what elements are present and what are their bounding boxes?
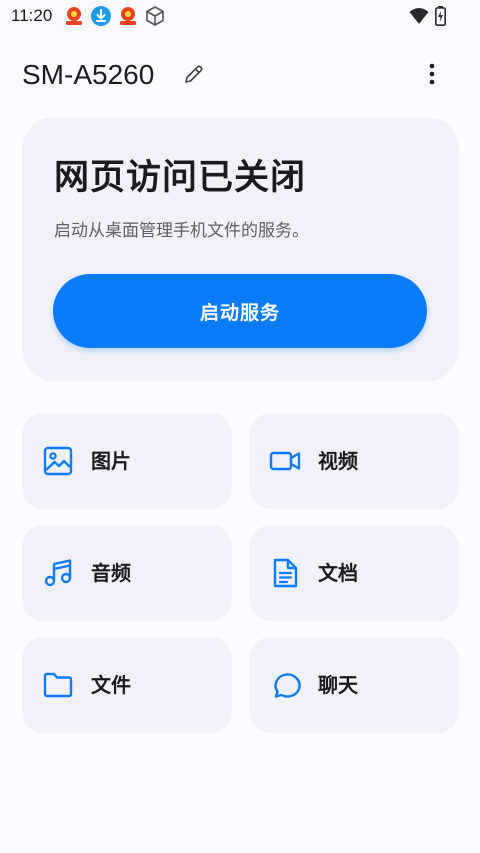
category-tile-videos[interactable]: 视频 bbox=[249, 413, 459, 509]
category-label: 图片 bbox=[91, 449, 131, 473]
category-label: 文档 bbox=[318, 561, 358, 585]
pencil-icon[interactable] bbox=[182, 62, 206, 86]
wifi-icon bbox=[409, 8, 429, 24]
start-service-button[interactable]: 启动服务 bbox=[53, 274, 427, 348]
category-tile-chats[interactable]: 聊天 bbox=[249, 637, 459, 733]
category-label: 聊天 bbox=[318, 673, 358, 697]
category-tile-images[interactable]: 图片 bbox=[22, 413, 232, 509]
category-tile-documents[interactable]: 文档 bbox=[249, 525, 459, 621]
category-label: 视频 bbox=[318, 449, 358, 473]
music-icon bbox=[44, 559, 72, 587]
image-icon bbox=[43, 446, 73, 476]
category-label: 文件 bbox=[91, 673, 131, 697]
video-icon bbox=[269, 451, 301, 471]
category-tile-files[interactable]: 文件 bbox=[22, 637, 232, 733]
system-icons bbox=[409, 6, 446, 26]
more-vertical-icon[interactable] bbox=[418, 60, 446, 88]
folder-icon bbox=[43, 672, 73, 698]
cube-icon bbox=[146, 6, 164, 26]
app-header: SM-A5260 bbox=[0, 50, 480, 100]
document-icon bbox=[273, 558, 298, 588]
status-time: 11:20 bbox=[11, 6, 53, 25]
battery-charging-icon bbox=[435, 6, 446, 26]
status-bar: 11:20 bbox=[0, 0, 480, 34]
web-access-description: 启动从桌面管理手机文件的服务。 bbox=[54, 221, 309, 241]
device-name: SM-A5260 bbox=[22, 59, 155, 90]
app-badge-icon bbox=[120, 7, 136, 25]
web-access-card: 网页访问已关闭 启动从桌面管理手机文件的服务。 启动服务 bbox=[22, 117, 459, 381]
download-icon bbox=[91, 6, 111, 26]
app-badge-icon bbox=[66, 7, 82, 25]
chat-icon bbox=[274, 673, 301, 698]
web-access-title: 网页访问已关闭 bbox=[54, 158, 307, 198]
category-label: 音频 bbox=[91, 561, 131, 585]
category-tile-audio[interactable]: 音频 bbox=[22, 525, 232, 621]
notification-icons bbox=[63, 5, 166, 27]
